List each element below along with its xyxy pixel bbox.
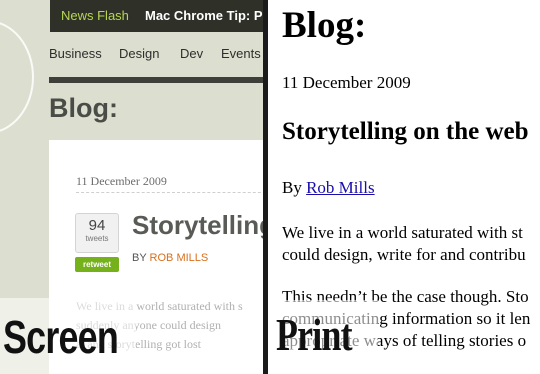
news-flash-bar: News Flash Mac Chrome Tip: Pre [50, 0, 267, 32]
retweet-button[interactable]: retweet [75, 257, 119, 272]
post-headline[interactable]: Storytelling [132, 210, 267, 241]
tweet-count-label: tweets [85, 234, 109, 243]
post-date: 11 December 2009 [76, 174, 167, 188]
paragraph-line: could design, write for and contribu [282, 245, 526, 264]
screen-caption: Screen [3, 311, 119, 363]
print-version-panel: Blog: 11 December 2009 Storytelling on t… [268, 0, 540, 374]
byline-prefix: BY [132, 252, 147, 264]
date-divider [76, 192, 267, 193]
print-paragraph-1: We live in a world saturated with st cou… [282, 222, 526, 266]
tweet-count: 94 [88, 217, 106, 234]
nav-item-dev[interactable]: Dev [180, 46, 203, 61]
tweet-counter: 94 tweets [75, 213, 119, 253]
print-post-headline: Storytelling on the web [282, 118, 529, 145]
print-author-link[interactable]: Rob Mills [306, 178, 375, 197]
print-post-date: 11 December 2009 [282, 73, 411, 92]
news-flash-ticker[interactable]: Mac Chrome Tip: Pre [145, 8, 267, 23]
nav-item-design[interactable]: Design [119, 46, 159, 61]
post-byline: BY ROB MILLS [132, 252, 208, 264]
decorative-swirl [0, 20, 34, 134]
nav-divider [49, 77, 267, 83]
paragraph-line: We live in a world saturated with st [282, 223, 523, 242]
news-flash-label: News Flash [61, 8, 129, 23]
page-title: Blog: [49, 93, 118, 123]
nav-item-events[interactable]: Events [221, 46, 261, 61]
print-byline-prefix: By [282, 178, 302, 197]
author-link[interactable]: ROB MILLS [150, 252, 209, 264]
print-page-title: Blog: [282, 5, 367, 46]
print-caption: Print [276, 309, 353, 360]
screen-version-panel: News Flash Mac Chrome Tip: Pre Business … [0, 0, 267, 374]
print-byline: By Rob Mills [282, 178, 375, 198]
nav-item-business[interactable]: Business [49, 46, 102, 61]
